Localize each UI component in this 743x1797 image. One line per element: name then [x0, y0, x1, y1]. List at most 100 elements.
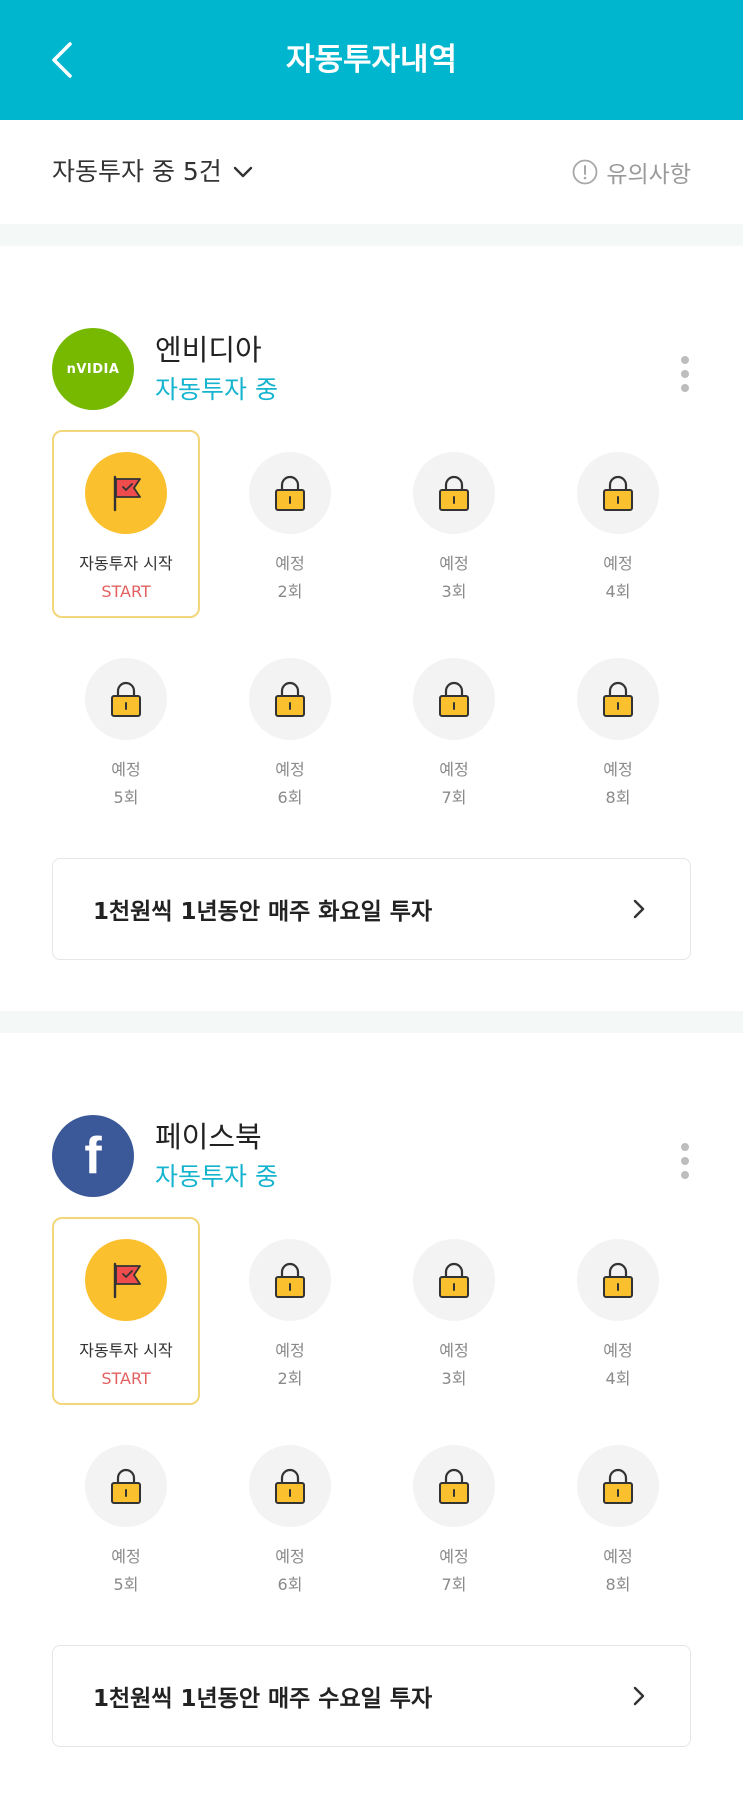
auto-invest-card: nVIDIA 엔비디아 자동투자 중 자동투자 시작 START 예정 2회 예… — [0, 246, 743, 1011]
chevron-down-icon — [233, 166, 253, 178]
step-title: 예정 — [439, 760, 469, 779]
step-item: 예정 3회 — [380, 430, 528, 618]
more-dot-icon — [681, 356, 689, 364]
plan-detail-button[interactable]: 1천원씩 1년동안 매주 수요일 투자 — [52, 1645, 691, 1747]
info-icon — [572, 159, 598, 185]
plan-text: 1천원씩 1년동안 매주 수요일 투자 — [93, 1686, 433, 1712]
auto-invest-card: f 페이스북 자동투자 중 자동투자 시작 START 예정 2회 예정 3회 — [0, 1033, 743, 1797]
step-count: 2회 — [277, 582, 303, 601]
step-item: 예정 8회 — [544, 636, 692, 824]
step-start[interactable]: 자동투자 시작 START — [52, 430, 200, 618]
lock-circle — [249, 1239, 331, 1321]
flag-circle — [85, 452, 167, 534]
lock-icon — [275, 1262, 305, 1298]
step-title: 예정 — [111, 760, 141, 779]
flag-circle — [85, 1239, 167, 1321]
filter-dropdown[interactable]: 자동투자 중 5건 — [52, 150, 254, 194]
more-dot-icon — [681, 1143, 689, 1151]
step-item: 예정 3회 — [380, 1217, 528, 1405]
step-count: 7회 — [441, 1575, 467, 1594]
stock-status: 자동투자 중 — [155, 1162, 278, 1191]
step-count: 3회 — [441, 582, 467, 601]
filter-bar: 자동투자 중 5건 유의사항 — [0, 120, 743, 224]
step-title: 예정 — [111, 1547, 141, 1566]
lock-icon — [603, 681, 633, 717]
step-count: 5회 — [113, 1575, 139, 1594]
step-item: 예정 7회 — [380, 636, 528, 824]
step-title: 예정 — [603, 1547, 633, 1566]
more-dot-icon — [681, 1157, 689, 1165]
lock-circle — [413, 658, 495, 740]
step-title: 예정 — [275, 1341, 305, 1360]
stock-name: 엔비디아 — [155, 333, 262, 367]
step-count: 2회 — [277, 1369, 303, 1388]
lock-circle — [249, 1445, 331, 1527]
step-item: 예정 4회 — [544, 430, 692, 618]
chevron-right-icon — [633, 899, 645, 919]
step-count: 5회 — [113, 788, 139, 807]
step-count: 6회 — [277, 1575, 303, 1594]
section-divider — [0, 1011, 743, 1033]
more-options-button[interactable] — [677, 356, 693, 396]
app-bar: 자동투자내역 — [0, 0, 743, 120]
step-title: 예정 — [439, 1341, 469, 1360]
step-count: 6회 — [277, 788, 303, 807]
more-dot-icon — [681, 370, 689, 378]
lock-circle — [85, 1445, 167, 1527]
stock-status: 자동투자 중 — [155, 375, 278, 404]
step-title: 예정 — [275, 760, 305, 779]
lock-circle — [577, 452, 659, 534]
facebook-logo: f — [52, 1115, 134, 1197]
notice-link[interactable]: 유의사항 — [572, 150, 691, 194]
lock-circle — [413, 1239, 495, 1321]
step-title: 예정 — [439, 1547, 469, 1566]
nvidia-logo: nVIDIA — [52, 328, 134, 410]
step-title: 예정 — [439, 554, 469, 573]
lock-icon — [275, 475, 305, 511]
step-title: 예정 — [603, 1341, 633, 1360]
step-item: 예정 5회 — [52, 1423, 200, 1611]
notice-label: 유의사항 — [606, 162, 691, 188]
lock-icon — [275, 681, 305, 717]
lock-circle — [249, 658, 331, 740]
step-count: 8회 — [605, 1575, 631, 1594]
lock-icon — [439, 681, 469, 717]
step-count: 4회 — [605, 582, 631, 601]
lock-icon — [439, 1262, 469, 1298]
lock-icon — [603, 1468, 633, 1504]
step-item: 예정 6회 — [216, 636, 364, 824]
step-count: 7회 — [441, 788, 467, 807]
lock-icon — [275, 1468, 305, 1504]
lock-circle — [85, 658, 167, 740]
step-title: 예정 — [603, 760, 633, 779]
step-count: 4회 — [605, 1369, 631, 1388]
step-count: 8회 — [605, 788, 631, 807]
lock-icon — [603, 475, 633, 511]
section-divider — [0, 224, 743, 246]
lock-circle — [413, 1445, 495, 1527]
lock-circle — [577, 1239, 659, 1321]
step-item: 예정 6회 — [216, 1423, 364, 1611]
filter-label: 자동투자 중 5건 — [52, 157, 222, 186]
step-start[interactable]: 자동투자 시작 START — [52, 1217, 200, 1405]
more-dot-icon — [681, 384, 689, 392]
more-options-button[interactable] — [677, 1143, 693, 1183]
lock-circle — [249, 452, 331, 534]
lock-icon — [603, 1262, 633, 1298]
plan-detail-button[interactable]: 1천원씩 1년동안 매주 화요일 투자 — [52, 858, 691, 960]
flag-icon — [113, 1262, 141, 1299]
chevron-right-icon — [633, 1686, 645, 1706]
lock-circle — [413, 452, 495, 534]
step-item: 예정 7회 — [380, 1423, 528, 1611]
step-count: 3회 — [441, 1369, 467, 1388]
page-title: 자동투자내역 — [285, 42, 458, 78]
more-dot-icon — [681, 1171, 689, 1179]
step-item: 예정 2회 — [216, 1217, 364, 1405]
lock-circle — [577, 1445, 659, 1527]
lock-icon — [111, 1468, 141, 1504]
lock-icon — [439, 1468, 469, 1504]
step-item: 예정 8회 — [544, 1423, 692, 1611]
flag-icon — [113, 475, 141, 512]
lock-icon — [439, 475, 469, 511]
stock-name: 페이스북 — [155, 1120, 262, 1154]
